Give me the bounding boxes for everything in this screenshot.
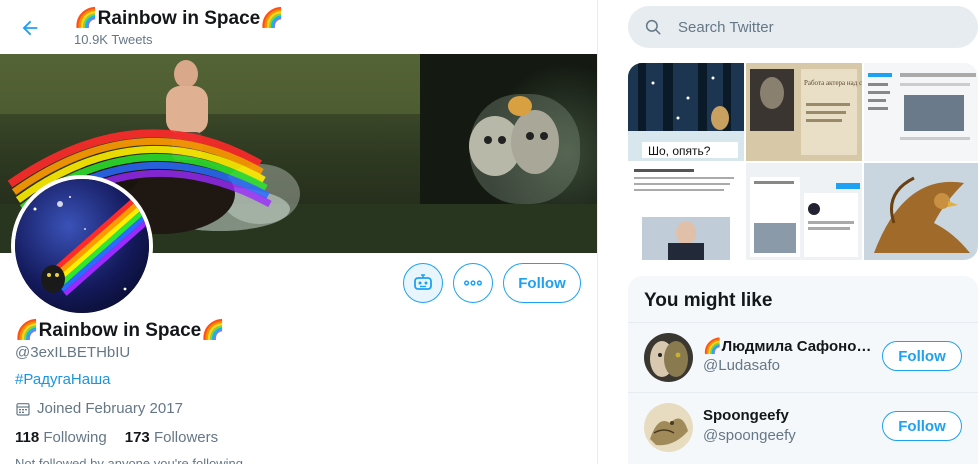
profile-avatar[interactable] <box>11 175 153 317</box>
joined-text: Joined February 2017 <box>37 400 183 417</box>
follow-button[interactable]: Follow <box>503 263 581 303</box>
search-input[interactable]: Search Twitter <box>628 6 978 48</box>
following-label: Following <box>43 429 107 446</box>
following-count: 118 <box>15 429 40 446</box>
followers-link[interactable]: 173 Followers <box>125 429 218 446</box>
suggested-user-row[interactable]: 🌈Людмила Сафоно… @Ludasafo Follow <box>628 322 978 392</box>
profile-joined-date: Joined February 2017 <box>15 400 183 417</box>
media-tile-screenshot[interactable] <box>864 63 978 161</box>
more-horizontal-icon <box>464 280 482 286</box>
profile-name: 🌈Rainbow in Space🌈 <box>15 320 225 341</box>
you-might-like-title: You might like <box>644 290 773 311</box>
profile-stats: 118 Following 173 Followers <box>15 429 218 446</box>
media-tile-caption: Работа актера над собой <box>804 79 862 87</box>
tweet-count: 10.9K Tweets <box>74 32 153 47</box>
back-button[interactable] <box>14 12 46 44</box>
profile-header-bar: 🌈Rainbow in Space🌈 10.9K Tweets <box>0 0 597 54</box>
followers-label: Followers <box>153 429 219 446</box>
following-link[interactable]: 118 Following <box>15 429 107 446</box>
media-tile-snow-forest[interactable]: Шо, опять? <box>628 63 744 161</box>
suggested-user-avatar[interactable] <box>644 403 693 452</box>
search-placeholder: Search Twitter <box>678 18 774 36</box>
media-tile-caption: Шо, опять? <box>648 144 711 158</box>
suggested-user-follow-button[interactable]: Follow <box>882 411 962 441</box>
suggested-user-row[interactable]: Spoongeefy @spoongeefy Follow <box>628 392 978 462</box>
suggested-user-name: 🌈Людмила Сафоно… <box>703 338 872 355</box>
media-tile-griffin[interactable] <box>864 163 978 260</box>
suggest-button[interactable] <box>403 263 443 303</box>
suggested-user-name: Spoongeefy <box>703 407 789 424</box>
robot-face-icon <box>414 274 432 290</box>
header-title: 🌈Rainbow in Space🌈 <box>74 8 284 29</box>
calendar-icon <box>16 402 30 416</box>
you-might-like-panel: You might like 🌈Людмила Сафоно… @Ludasaf… <box>628 276 978 464</box>
avatar-nyan-rainbow-image <box>15 179 149 313</box>
profile-hashtag-link[interactable]: #РадугаНаша <box>15 371 110 388</box>
suggested-user-follow-button[interactable]: Follow <box>882 341 962 371</box>
followed-by-note: Not followed by anyone you're following <box>15 456 243 464</box>
profile-column: 🌈Rainbow in Space🌈 10.9K Tweets Follow 🌈… <box>0 0 598 464</box>
suggested-user-avatar[interactable] <box>644 333 693 382</box>
profile-handle: @3exILBETHbIU <box>15 344 131 361</box>
more-options-button[interactable] <box>453 263 493 303</box>
media-tile-book-cover[interactable]: Работа актера над собой <box>746 63 862 161</box>
media-tile-news-photo[interactable] <box>628 163 744 260</box>
followers-count: 173 <box>124 429 150 446</box>
right-sidebar: Search Twitter Шо, опять? Работа актера … <box>628 0 979 464</box>
media-tile-tweet-screenshots[interactable] <box>746 163 862 260</box>
profile-actions: Follow <box>403 263 581 303</box>
search-icon <box>645 19 661 35</box>
arrow-left-icon <box>22 20 38 36</box>
media-grid: Шо, опять? Работа актера над собой <box>628 63 978 260</box>
suggested-user-handle: @Ludasafo <box>703 357 780 374</box>
suggested-user-handle: @spoongeefy <box>703 427 796 444</box>
